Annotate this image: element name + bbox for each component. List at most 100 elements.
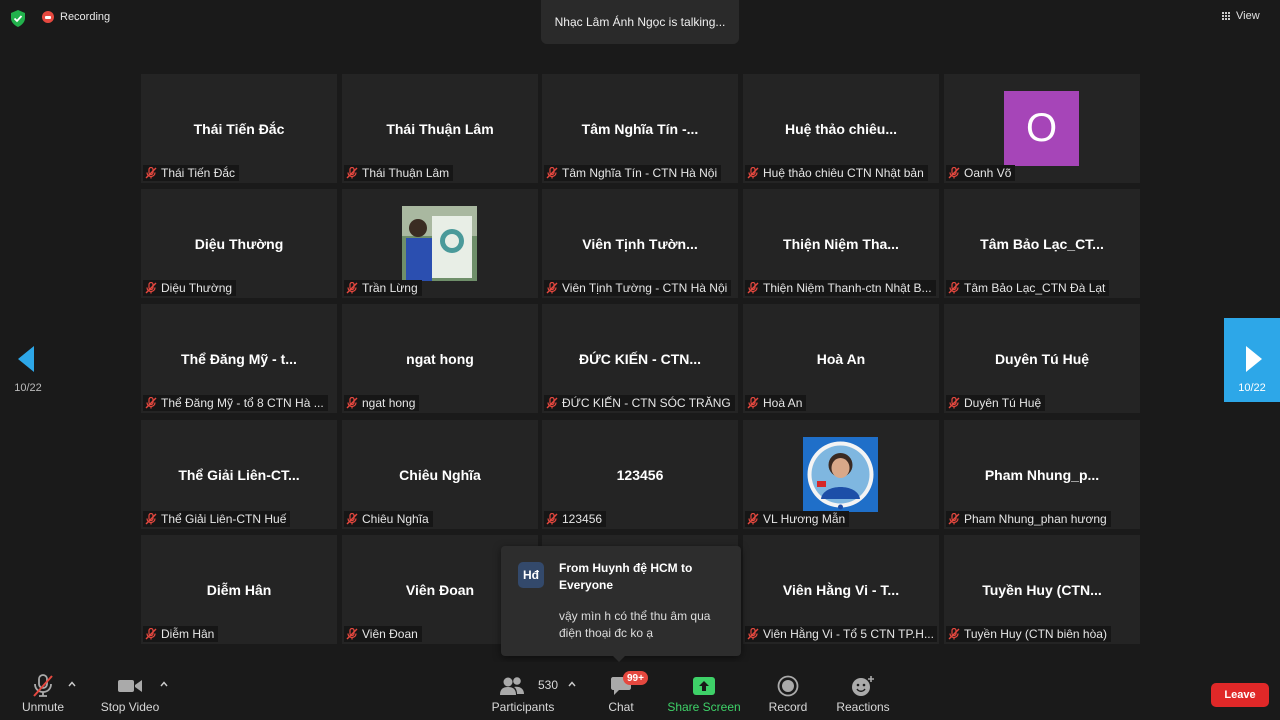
participant-label: Oanh Võ bbox=[946, 165, 1016, 181]
participant-tile[interactable]: Diễm Hân Diễm Hân bbox=[141, 535, 337, 644]
next-page-button[interactable]: 10/22 bbox=[1224, 318, 1280, 402]
participant-label: Tâm Nghĩa Tín - CTN Hà Nội bbox=[544, 165, 722, 181]
participant-tile[interactable]: ngat hong ngat hong bbox=[342, 304, 538, 413]
participant-label-text: Thể Đăng Mỹ - tổ 8 CTN Hà ... bbox=[161, 396, 324, 410]
view-button[interactable]: View bbox=[1222, 10, 1260, 22]
participant-label-text: Viên Tịnh Tường - CTN Hà Nội bbox=[562, 281, 728, 295]
participant-tile[interactable]: Diệu Thường Diệu Thường bbox=[141, 189, 337, 298]
participant-photo bbox=[803, 437, 878, 512]
participant-label-text: Thiện Niệm Thanh-ctn Nhật B... bbox=[763, 281, 932, 295]
leave-button[interactable]: Leave bbox=[1211, 683, 1269, 707]
muted-mic-icon bbox=[948, 628, 960, 640]
share-screen-button[interactable]: Share Screen bbox=[667, 662, 741, 720]
participant-label-text: ngat hong bbox=[362, 396, 416, 410]
participant-tile[interactable]: Thái Thuận Lâm Thái Thuận Lâm bbox=[342, 74, 538, 183]
active-speaker-banner: Nhạc Lâm Ánh Ngọc is talking... bbox=[541, 0, 739, 44]
participant-tile[interactable]: Trần Lừng bbox=[342, 189, 538, 298]
participant-label: Duyên Tú Huệ bbox=[946, 395, 1046, 411]
participant-tile[interactable]: Duyên Tú Huệ Duyên Tú Huệ bbox=[944, 304, 1140, 413]
muted-mic-icon bbox=[145, 282, 157, 294]
participant-tile[interactable]: Tuyền Huy (CTN... Tuyền Huy (CTN biên hòa… bbox=[944, 535, 1140, 644]
muted-mic-icon bbox=[546, 167, 558, 179]
participant-tile[interactable]: Chiêu Nghĩa Chiêu Nghĩa bbox=[342, 420, 538, 529]
muted-mic-icon bbox=[346, 282, 358, 294]
participant-label-text: Viên Hằng Vi - Tổ 5 CTN TP.H... bbox=[763, 627, 934, 641]
participants-options-chevron-icon[interactable] bbox=[568, 680, 576, 688]
view-label: View bbox=[1236, 10, 1260, 22]
participant-label-text: Diễm Hân bbox=[161, 627, 215, 641]
unmute-button[interactable]: Unmute bbox=[20, 662, 66, 720]
grid-view-icon bbox=[1222, 12, 1230, 20]
arrow-right-icon bbox=[1246, 346, 1262, 372]
participant-tile[interactable]: Huệ thảo chiêu... Huệ thảo chiêu CTN Nhật… bbox=[743, 74, 939, 183]
muted-mic-icon bbox=[546, 397, 558, 409]
participant-tile[interactable]: 123456 123456 bbox=[542, 420, 738, 529]
participant-avatar: O bbox=[1004, 91, 1079, 166]
participant-tile[interactable]: Thể Đăng Mỹ - t... Thể Đăng Mỹ - tổ 8 CTN… bbox=[141, 304, 337, 413]
audio-options-chevron-icon[interactable] bbox=[68, 680, 76, 688]
participant-label: Hoà An bbox=[745, 395, 807, 411]
participant-label: VL Hương Mẫn bbox=[745, 511, 850, 527]
participant-tile[interactable]: Thái Tiến Đắc Thái Tiến Đắc bbox=[141, 74, 337, 183]
muted-mic-icon bbox=[948, 167, 960, 179]
muted-mic-icon bbox=[747, 513, 759, 525]
participant-tile[interactable]: Tâm Nghĩa Tín -... Tâm Nghĩa Tín - CTN Hà… bbox=[542, 74, 738, 183]
recording-icon bbox=[42, 11, 54, 23]
muted-mic-icon bbox=[145, 513, 157, 525]
top-bar: Recording Nhạc Lâm Ánh Ngọc is talking..… bbox=[0, 0, 1280, 44]
recording-indicator[interactable]: Recording bbox=[42, 11, 110, 23]
participant-tile[interactable]: Thể Giải Liên-CT... Thể Giải Liên-CTN Huế bbox=[141, 420, 337, 529]
participant-tile[interactable]: ĐỨC KIẾN - CTN... ĐỨC KIẾN - CTN SÓC TRĂN… bbox=[542, 304, 738, 413]
participant-label: 123456 bbox=[544, 511, 607, 527]
muted-mic-icon bbox=[948, 282, 960, 294]
participant-tile[interactable]: Viên Tịnh Tườn... Viên Tịnh Tường - CTN H… bbox=[542, 189, 738, 298]
participant-label: Tuyền Huy (CTN biên hòa) bbox=[946, 626, 1111, 642]
participant-tile[interactable]: Tâm Bảo Lạc_CT... Tâm Bảo Lạc_CTN Đà Lạt bbox=[944, 189, 1140, 298]
share-screen-label: Share Screen bbox=[667, 700, 741, 714]
muted-mic-icon bbox=[546, 513, 558, 525]
participant-label: Huệ thảo chiêu CTN Nhật bản bbox=[745, 165, 928, 181]
participant-label: Viên Tịnh Tường - CTN Hà Nội bbox=[544, 280, 732, 296]
stop-video-label: Stop Video bbox=[100, 700, 160, 714]
participant-tile[interactable]: Viên Hằng Vi - T... Viên Hằng Vi - Tổ 5 C… bbox=[743, 535, 939, 644]
participant-label-text: Trần Lừng bbox=[362, 281, 418, 295]
participant-label-text: Tâm Bảo Lạc_CTN Đà Lạt bbox=[964, 281, 1106, 295]
muted-mic-icon bbox=[747, 167, 759, 179]
participant-label: Viên Hằng Vi - Tổ 5 CTN TP.H... bbox=[745, 626, 937, 642]
participant-label-text: Oanh Võ bbox=[964, 166, 1012, 180]
muted-mic-icon bbox=[145, 167, 157, 179]
participant-tile[interactable]: Hoà An Hoà An bbox=[743, 304, 939, 413]
muted-mic-icon bbox=[346, 167, 358, 179]
page-count-right: 10/22 bbox=[1238, 382, 1266, 394]
record-button[interactable]: Record bbox=[768, 662, 808, 720]
participant-tile[interactable]: O Oanh Võ bbox=[944, 74, 1140, 183]
muted-mic-icon bbox=[747, 628, 759, 640]
stop-video-button[interactable]: Stop Video bbox=[100, 662, 160, 720]
participant-label: Pham Nhung_phan hương bbox=[946, 511, 1111, 527]
participant-count: 530 bbox=[538, 678, 559, 692]
participant-label: ngat hong bbox=[344, 395, 420, 411]
participant-tile[interactable]: VL Hương Mẫn bbox=[743, 420, 939, 529]
participants-label: Participants bbox=[491, 700, 555, 714]
record-icon bbox=[777, 675, 799, 697]
microphone-muted-icon bbox=[33, 674, 53, 697]
chat-label: Chat bbox=[608, 700, 634, 714]
shield-check-icon[interactable] bbox=[10, 10, 26, 27]
video-options-chevron-icon[interactable] bbox=[160, 680, 168, 688]
participant-tile[interactable]: Pham Nhung_p... Pham Nhung_phan hương bbox=[944, 420, 1140, 529]
participant-label-text: Hoà An bbox=[763, 396, 803, 410]
participant-label-text: Diệu Thường bbox=[161, 281, 233, 295]
participant-label: Thể Giải Liên-CTN Huế bbox=[143, 511, 291, 527]
participant-label: Diệu Thường bbox=[143, 280, 237, 296]
muted-mic-icon bbox=[948, 513, 960, 525]
talking-text: Nhạc Lâm Ánh Ngọc is talking... bbox=[554, 15, 726, 29]
chat-preview-popup[interactable]: Hđ From Huynh đệ HCM to Everyone vậy mìn… bbox=[501, 546, 741, 662]
muted-mic-icon bbox=[747, 282, 759, 294]
participant-label-text: Thể Giải Liên-CTN Huế bbox=[161, 512, 287, 526]
reactions-button[interactable]: Reactions bbox=[836, 662, 890, 720]
participant-tile[interactable]: Thiện Niệm Tha... Thiện Niệm Thanh-ctn Nh… bbox=[743, 189, 939, 298]
muted-mic-icon bbox=[145, 397, 157, 409]
previous-page-button[interactable]: 10/22 bbox=[0, 318, 56, 402]
participant-label: Thái Tiến Đắc bbox=[143, 165, 240, 181]
muted-mic-icon bbox=[145, 628, 157, 640]
